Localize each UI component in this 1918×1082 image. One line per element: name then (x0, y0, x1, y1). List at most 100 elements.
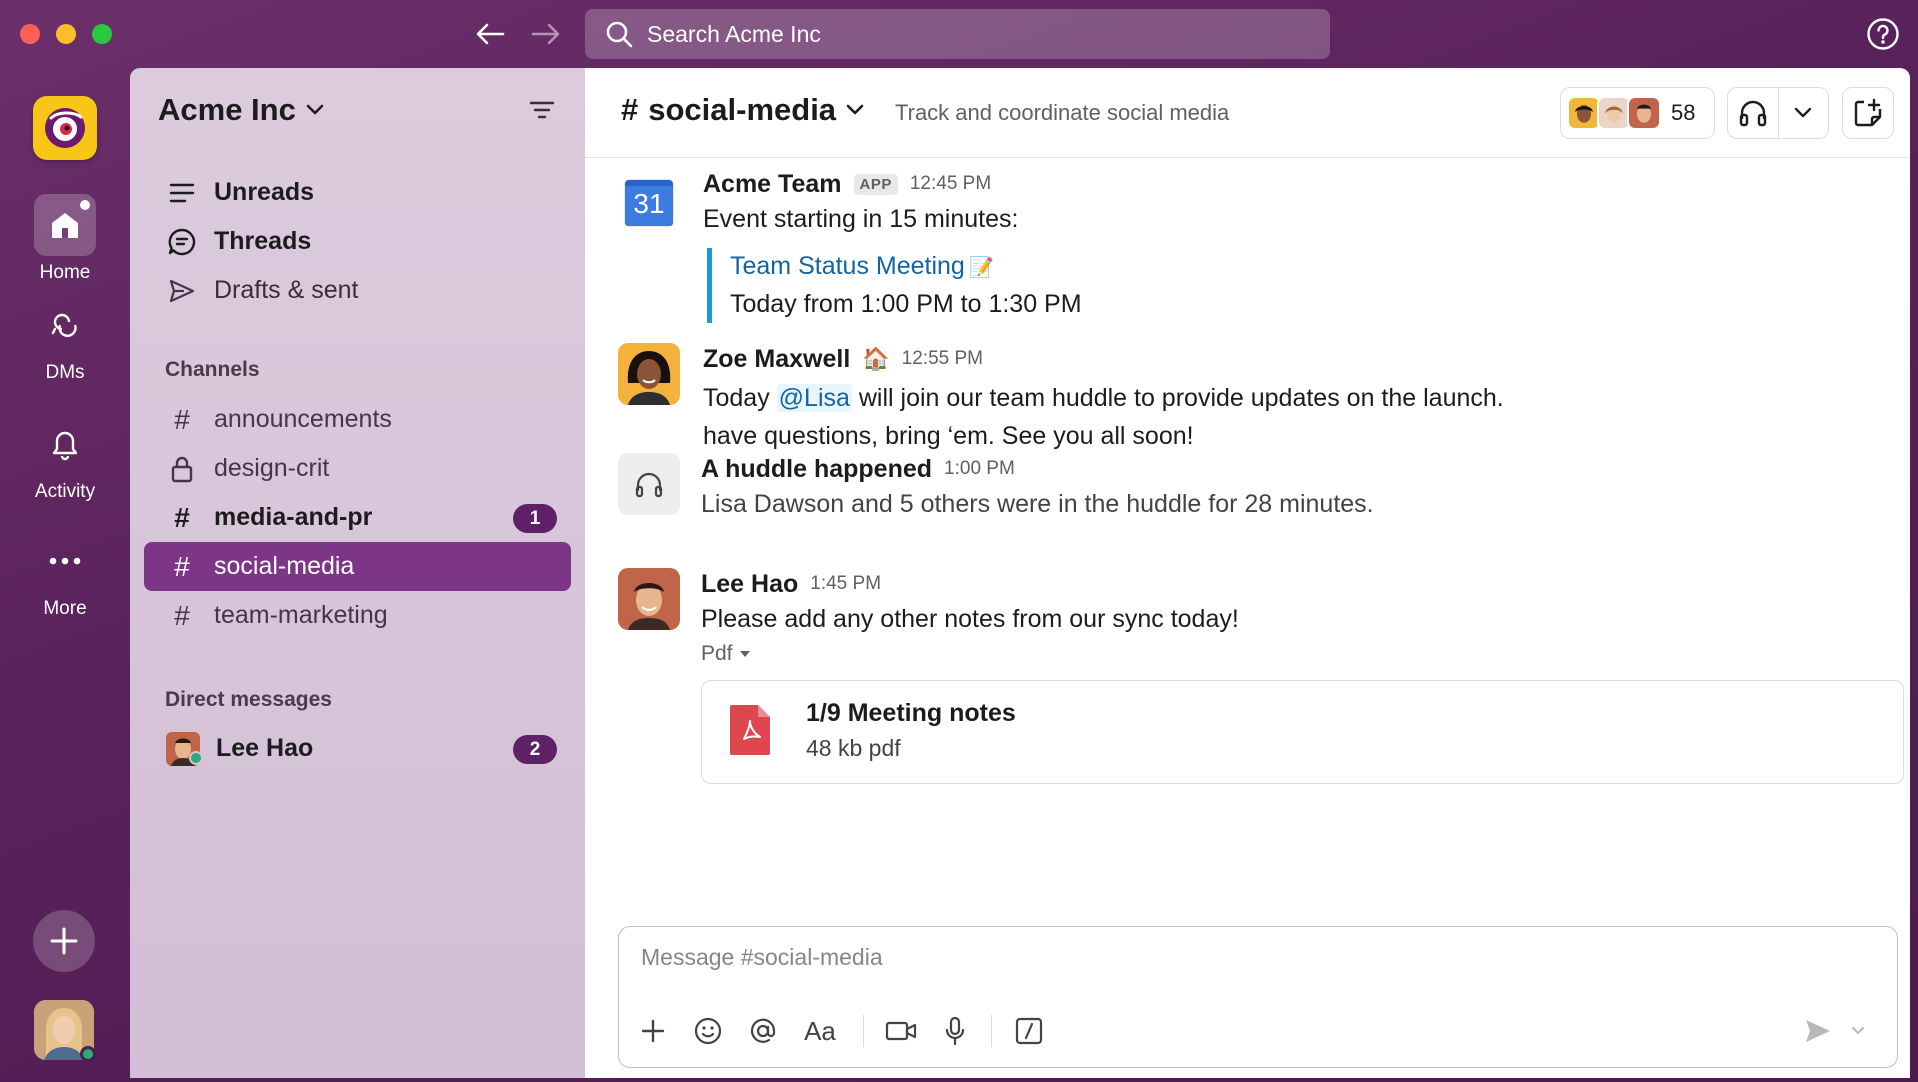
audio-clip-button[interactable] (935, 1011, 975, 1051)
dm-heading[interactable]: Direct messages (165, 688, 332, 712)
message-meta: Lee Hao 1:45 PM (701, 568, 1871, 600)
member-avatar (1567, 96, 1601, 130)
sidebar-item-unreads[interactable]: Unreads (130, 168, 585, 217)
headphones-icon (1739, 100, 1767, 127)
dms-icon-box (34, 294, 96, 356)
channel-item-team-marketing[interactable]: # team-marketing (144, 591, 571, 640)
message-input[interactable] (641, 939, 1841, 975)
message-timestamp[interactable]: 12:55 PM (902, 348, 983, 370)
attachment-toggle[interactable]: Pdf (701, 642, 1871, 666)
send-options-button[interactable] (1844, 1011, 1872, 1051)
member-count: 58 (1671, 100, 1696, 125)
sender-name[interactable]: Zoe Maxwell (703, 345, 850, 374)
dm-icon (51, 313, 77, 337)
sidebar-item-drafts[interactable]: Drafts & sent (130, 266, 585, 315)
shortcuts-button[interactable] (1009, 1011, 1049, 1051)
house-status-emoji[interactable]: 🏠 (862, 346, 889, 372)
zoom-window-button[interactable] (92, 24, 112, 44)
channels-heading[interactable]: Channels (165, 358, 260, 382)
event-attachment: Team Status Meeting 📝 Today from 1:00 PM… (707, 248, 1873, 323)
channel-item-design-crit[interactable]: design-crit (144, 444, 571, 493)
sidebar-item-threads[interactable]: Threads (130, 217, 585, 266)
channel-hash: # (621, 92, 639, 127)
avatar[interactable] (618, 568, 680, 630)
huddle-title[interactable]: A huddle happened (701, 455, 932, 484)
online-status-dot (189, 751, 203, 765)
chevron-down-icon (846, 104, 864, 115)
message-body: Lee Hao 1:45 PM Please add any other not… (701, 568, 1904, 784)
channel-item-media-and-pr[interactable]: # media-and-pr 1 (144, 493, 571, 542)
sender-name[interactable]: Acme Team (703, 170, 842, 199)
workspace-logo[interactable] (33, 96, 97, 160)
channel-item-social-media[interactable]: # social-media (144, 542, 571, 591)
filter-button[interactable] (529, 100, 555, 125)
minimize-window-button[interactable] (56, 24, 76, 44)
send-button[interactable] (1798, 1011, 1838, 1051)
dm-item-lee-hao[interactable]: Lee Hao 2 (144, 724, 571, 773)
mention-button[interactable] (743, 1011, 783, 1051)
bell-icon (52, 431, 78, 461)
search-placeholder: Search Acme Inc (647, 20, 821, 47)
avatar[interactable] (618, 343, 680, 405)
message-composer: Aa (618, 926, 1898, 1068)
window-controls (20, 24, 112, 44)
help-button[interactable] (1866, 17, 1900, 51)
plus-icon (641, 1019, 665, 1043)
message-timestamp[interactable]: 1:00 PM (944, 458, 1015, 480)
hash-icon: # (174, 403, 190, 435)
huddle-options-button[interactable] (1777, 88, 1828, 138)
message-timestamp[interactable]: 1:45 PM (810, 573, 881, 595)
member-avatar (1597, 96, 1631, 130)
channel-title: social-media (648, 92, 837, 127)
rail-dms[interactable]: DMs (0, 294, 130, 384)
app-badge: APP (853, 173, 898, 195)
create-new-button[interactable] (33, 910, 95, 972)
video-clip-button[interactable] (881, 1011, 921, 1051)
channel-title-button[interactable]: # social-media (621, 92, 864, 128)
start-huddle-button[interactable] (1728, 88, 1778, 138)
workspace-switcher[interactable]: Acme Inc (158, 92, 324, 128)
chevron-down-icon (1795, 107, 1812, 118)
back-button[interactable] (470, 16, 510, 52)
help-icon (1867, 18, 1899, 50)
file-name[interactable]: 1/9 Meeting notes (806, 699, 1016, 728)
formatting-button[interactable]: Aa (798, 1011, 842, 1051)
event-link[interactable]: Team Status Meeting (730, 252, 965, 280)
member-avatar (1627, 96, 1661, 130)
huddle-button-group (1727, 87, 1829, 139)
channel-topic[interactable]: Track and coordinate social media (895, 100, 1229, 126)
calendar-app-avatar[interactable]: 31 (623, 176, 675, 228)
channel-list: # announcements design-crit # media-and-… (130, 395, 585, 640)
dm-list: Lee Hao 2 (130, 724, 585, 773)
sidebar-item-label: Threads (214, 227, 312, 255)
smiley-icon (694, 1017, 722, 1045)
members-button[interactable]: 58 (1560, 87, 1715, 139)
rail-more[interactable]: More (0, 530, 130, 620)
file-attachment[interactable]: 1/9 Meeting notes 48 kb pdf (701, 680, 1904, 784)
close-window-button[interactable] (20, 24, 40, 44)
channel-name: social-media (214, 552, 355, 580)
rail-activity[interactable]: Activity (0, 413, 130, 503)
sender-name[interactable]: Lee Hao (701, 570, 798, 599)
lee-avatar-image (618, 568, 680, 630)
canvas-button[interactable] (1842, 87, 1894, 139)
user-online-status (80, 1046, 96, 1062)
dm-name: Lee Hao (216, 734, 314, 762)
channel-view: # social-media Track and coordinate soci… (585, 68, 1910, 1078)
channel-name: design-crit (214, 454, 330, 482)
forward-button[interactable] (526, 16, 566, 52)
channel-item-announcements[interactable]: # announcements (144, 395, 571, 444)
rail-home-label: Home (39, 262, 91, 283)
hash-icon: # (174, 501, 190, 533)
emoji-button[interactable] (688, 1011, 728, 1051)
search-bar[interactable]: Search Acme Inc (585, 9, 1330, 59)
arrow-right-icon (531, 23, 560, 45)
chevron-down-icon (306, 104, 324, 115)
rail-home[interactable]: Home (0, 194, 130, 284)
filter-icon (529, 101, 555, 119)
message-timestamp[interactable]: 12:45 PM (910, 173, 991, 195)
more-dots-icon (49, 557, 81, 565)
attach-button[interactable] (633, 1011, 673, 1051)
user-mention[interactable]: @Lisa (776, 384, 852, 412)
send-icon (166, 278, 198, 304)
